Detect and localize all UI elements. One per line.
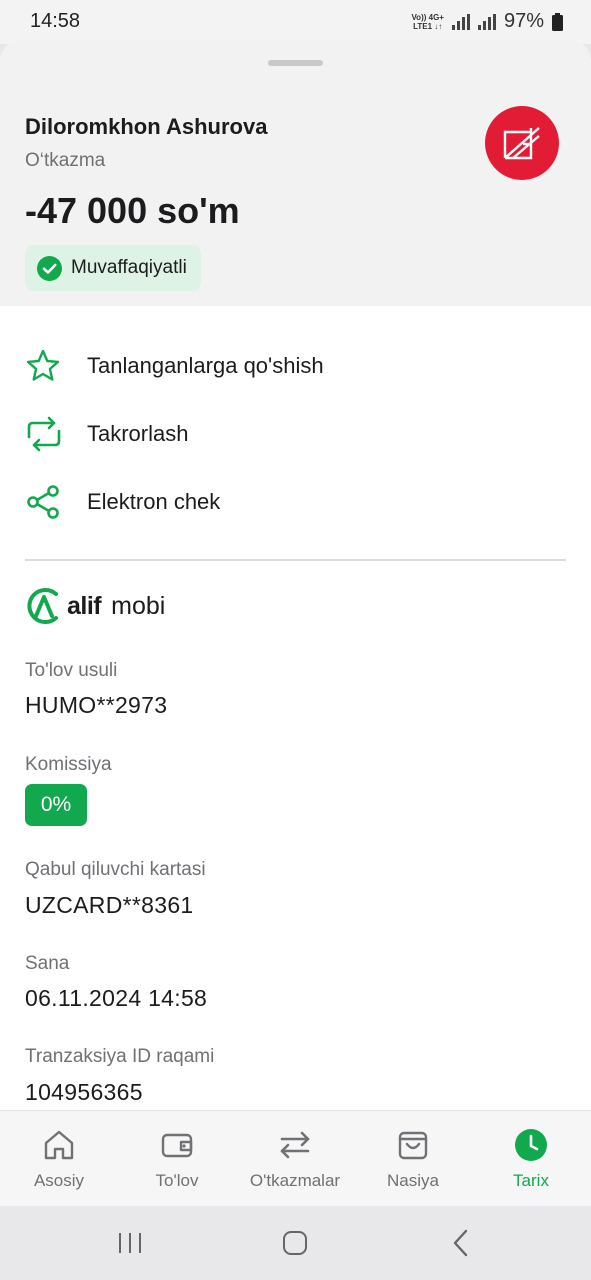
alif-logo-icon (27, 588, 58, 624)
divider (25, 559, 566, 561)
brand-name-part2: mobi (111, 591, 166, 620)
bank-logo-icon (503, 127, 540, 160)
payment-method-label: To'lov usuli (25, 660, 118, 681)
nav-transfers[interactable]: O'tkazmalar (236, 1111, 354, 1207)
transaction-type: O‘tkazma (25, 150, 106, 171)
repeat-icon (27, 416, 61, 452)
system-navigation (0, 1206, 591, 1280)
status-text: Muvaffaqiyatli (71, 257, 187, 278)
status-indicators: Vo)) 4G+ LTE1 ↓↑ 97% (411, 10, 563, 33)
drag-handle[interactable] (268, 60, 323, 66)
status-time: 14:58 (30, 10, 81, 32)
recipient-card-label: Qabul qiluvchi kartasi (25, 859, 206, 880)
repeat-button[interactable]: Takrorlash (25, 412, 188, 456)
status-badge: Muvaffaqiyatli (25, 245, 201, 291)
nav-history[interactable]: Tarix (472, 1111, 590, 1207)
battery-level: 97% (503, 10, 544, 32)
clock-icon (515, 1129, 547, 1161)
date-value: 06.11.2024 14:58 (25, 985, 208, 1011)
nav-home-label: Asosiy (33, 1171, 85, 1190)
transaction-amount: -47 000 so'm (25, 190, 240, 231)
e-receipt-button[interactable]: Elektron chek (25, 480, 220, 524)
nav-credit[interactable]: Nasiya (354, 1111, 472, 1207)
payment-method-value: HUMO**2973 (25, 692, 168, 718)
shopping-bag-icon (398, 1131, 428, 1160)
transaction-sheet: Diloromkhon Ashurova O‘tkazma -47 000 so… (0, 40, 591, 1110)
signal-icon (451, 13, 470, 30)
recipient-name: Diloromkhon Ashurova (25, 114, 268, 139)
bank-logo (485, 106, 559, 180)
status-bar: 14:58 Vo)) 4G+ LTE1 ↓↑ 97% (0, 0, 591, 44)
network-indicator: Vo)) 4G+ LTE1 ↓↑ (411, 12, 444, 31)
date-label: Sana (25, 953, 70, 974)
add-to-favorites-button[interactable]: Tanlanganlarga qo'shish (25, 344, 324, 388)
home-system-button[interactable] (275, 1226, 315, 1260)
wallet-icon (161, 1133, 193, 1158)
brand-name-part1: alif (67, 591, 102, 620)
back-icon (453, 1229, 468, 1257)
nav-transfers-label: O'tkazmalar (249, 1171, 341, 1190)
nav-payments[interactable]: To'lov (118, 1111, 236, 1207)
check-circle-icon (37, 255, 62, 281)
home-system-icon (283, 1231, 307, 1255)
add-to-favorites-label: Tanlanganlarga qo'shish (87, 353, 324, 378)
battery-icon (552, 12, 563, 31)
alif-mobi-logo: alif mobi (25, 585, 165, 627)
recent-apps-button[interactable] (110, 1226, 150, 1260)
nav-credit-label: Nasiya (387, 1171, 439, 1190)
star-icon (26, 349, 60, 381)
transaction-id-value: 104956365 (25, 1079, 143, 1105)
transfer-icon (280, 1131, 310, 1159)
transaction-id-label: Tranzaksiya ID raqami (25, 1046, 215, 1067)
e-receipt-label: Elektron chek (87, 489, 221, 514)
signal-icon-2 (477, 13, 496, 30)
recipient-card-value: UZCARD**8361 (25, 892, 194, 918)
back-button[interactable] (441, 1226, 481, 1260)
share-icon (27, 485, 59, 519)
nav-payments-label: To'lov (155, 1171, 199, 1190)
fee-label: Komissiya (25, 754, 112, 775)
repeat-label: Takrorlash (87, 421, 189, 446)
transaction-summary: Diloromkhon Ashurova O‘tkazma -47 000 so… (0, 40, 591, 306)
recent-apps-icon (119, 1233, 141, 1253)
home-icon (44, 1130, 74, 1160)
nav-home[interactable]: Asosiy (0, 1111, 118, 1207)
bottom-navigation: Asosiy To'lov O'tkazmalar Nasiya Tarix (0, 1110, 591, 1207)
nav-history-label: Tarix (513, 1171, 549, 1190)
fee-badge: 0% (25, 784, 87, 826)
